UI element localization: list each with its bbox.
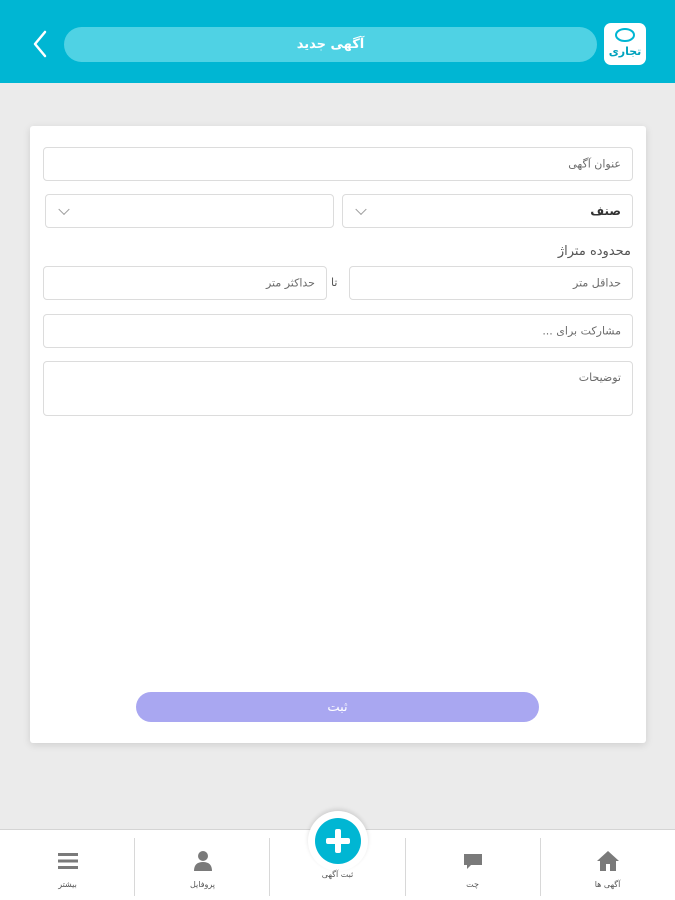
app-logo: تجاری [604,23,646,65]
logo-icon: تجاری [609,28,642,58]
partnership-placeholder: مشارکت برای ... [542,324,621,338]
chevron-down-icon [355,203,367,216]
max-area-placeholder: حداکثر متر [265,276,315,290]
nav-label-more: بیشتر [58,880,77,889]
chat-icon [463,850,483,872]
category-select[interactable]: صنف [342,194,633,228]
nav-item-ads[interactable]: آگهی ها [540,830,675,900]
post-ad-button[interactable] [315,818,361,864]
category-value: صنف [590,204,621,218]
nav-item-chat[interactable]: چت [405,830,540,900]
chevron-down-icon [58,203,70,216]
user-icon [193,850,213,872]
max-area-input[interactable]: حداکثر متر [43,266,327,300]
menu-icon [57,850,79,872]
description-textarea[interactable]: توضیحات [43,361,633,416]
back-button[interactable] [28,28,54,60]
page-title: آگهی جدید [296,37,365,52]
nav-label-post-ad: ثبت آگهی [321,870,354,879]
partnership-input[interactable]: مشارکت برای ... [43,314,633,348]
nav-item-profile[interactable]: پروفایل [135,830,270,900]
min-area-placeholder: حداقل متر [573,276,621,290]
nav-label-chat: چت [466,880,479,889]
nav-divider [269,838,270,896]
app-header: آگهی جدید تجاری [0,0,675,83]
ad-title-placeholder: عنوان آگهی [568,157,621,171]
secondary-select[interactable] [45,194,334,228]
area-range-label: محدوده متراژ [557,244,631,259]
nav-item-more[interactable]: بیشتر [0,830,135,900]
chevron-left-icon [33,30,47,58]
description-placeholder: توضیحات [578,371,621,384]
submit-button[interactable]: ثبت [136,692,539,722]
new-ad-form: عنوان آگهی صنف محدوده متراژ حداقل متر تا… [30,126,646,743]
min-area-input[interactable]: حداقل متر [349,266,633,300]
page-title-bar: آگهی جدید [64,27,597,62]
nav-label-ads: آگهی ها [594,880,621,889]
to-label: تا [331,276,338,289]
ad-title-input[interactable]: عنوان آگهی [43,147,633,181]
post-ad-fab-container [308,811,368,871]
nav-label-profile: پروفایل [189,880,216,889]
logo-text: تجاری [609,45,642,58]
home-icon [596,850,620,872]
